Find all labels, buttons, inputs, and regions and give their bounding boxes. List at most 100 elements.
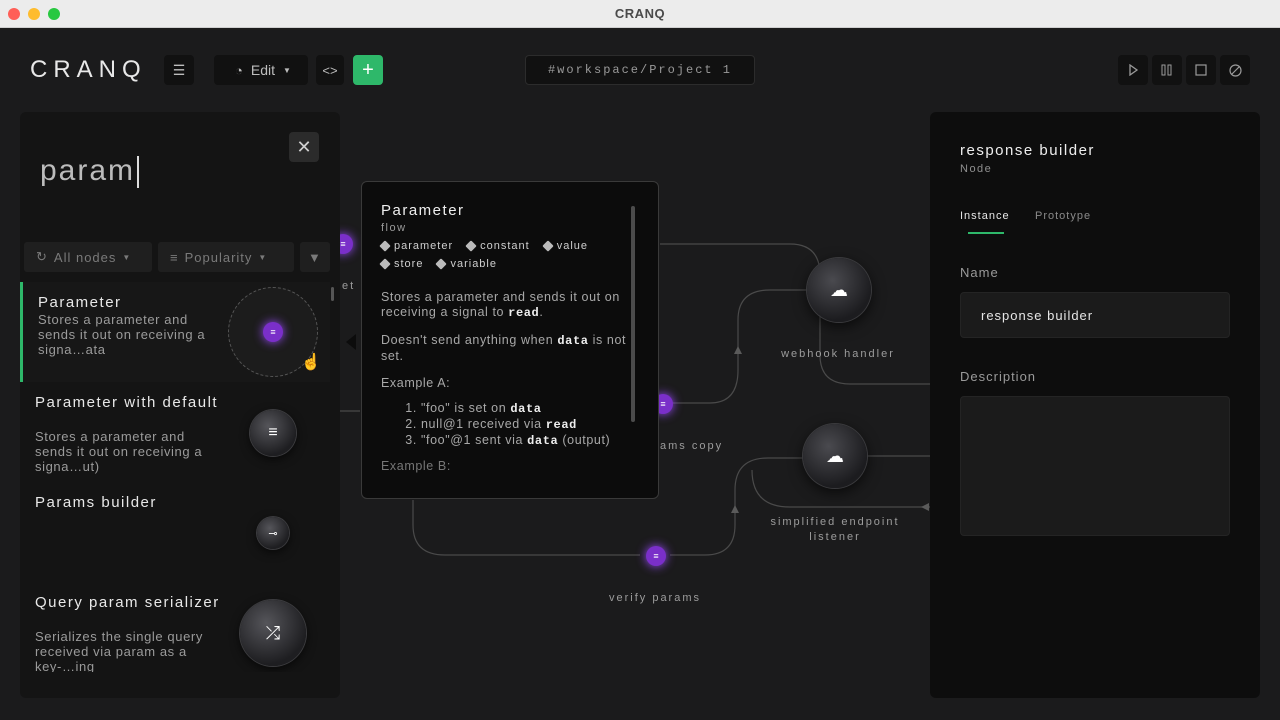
chevron-down-icon: ▼ bbox=[283, 65, 291, 75]
node-type-filter[interactable]: ↻ All nodes ▼ bbox=[24, 242, 152, 272]
example-a-heading: Example A: bbox=[381, 376, 451, 390]
verify-params-label: verify params bbox=[608, 592, 702, 604]
result-title: Params builder bbox=[35, 494, 157, 511]
close-search-button[interactable]: ✕ bbox=[289, 132, 319, 162]
inspector-subtitle: Node bbox=[960, 163, 993, 175]
database-icon: ≡ bbox=[270, 327, 276, 337]
params-copy-label: ams copy bbox=[660, 440, 724, 452]
shuffle-icon: ⤮ bbox=[240, 600, 306, 666]
popover-pointer bbox=[346, 334, 356, 350]
result-title: Parameter with default bbox=[35, 394, 219, 411]
cloud-icon: ☁ bbox=[830, 279, 848, 300]
parameter-icon: ≡ bbox=[263, 322, 283, 342]
search-input[interactable]: param bbox=[40, 154, 140, 189]
add-node-button[interactable]: + bbox=[353, 55, 383, 85]
database-icon: ≡ bbox=[653, 551, 659, 561]
tag-icon bbox=[435, 258, 448, 270]
app-logo: CRANQ bbox=[30, 56, 147, 83]
stop-button[interactable] bbox=[1186, 55, 1216, 85]
webhook-handler-node[interactable]: ☁ bbox=[807, 258, 871, 322]
popover-title: Parameter bbox=[381, 202, 465, 219]
chevron-down-icon: ▼ bbox=[258, 252, 268, 262]
tag-icon bbox=[542, 240, 554, 252]
mode-label: Edit bbox=[250, 62, 276, 78]
description-label: Description bbox=[960, 369, 1037, 384]
search-query: param bbox=[40, 154, 136, 187]
result-item-params-builder[interactable]: Params builder ⊸ bbox=[20, 482, 330, 582]
pause-icon bbox=[1161, 64, 1172, 76]
node-search-panel: param ✕ ↻ All nodes ▼ ≡ Popularity ▼ ▼ P… bbox=[20, 112, 340, 698]
sort-dropdown[interactable]: ≡ Popularity ▼ bbox=[158, 242, 294, 272]
chevron-down-icon: ▼ bbox=[122, 252, 132, 262]
tag[interactable]: parameter bbox=[379, 240, 453, 252]
tag-icon bbox=[379, 240, 391, 252]
filter-button[interactable]: ▼ bbox=[300, 242, 330, 272]
tag-list: parameter constant value store variable bbox=[379, 240, 631, 270]
builder-icon: ⊸ bbox=[257, 517, 289, 549]
node-type-filter-label: All nodes bbox=[53, 249, 117, 265]
results-scrollbar[interactable] bbox=[331, 287, 334, 301]
inspector-title: response builder bbox=[960, 142, 1095, 159]
result-title: Parameter bbox=[38, 294, 122, 311]
popover-category: flow bbox=[381, 222, 407, 234]
code-view-button[interactable]: <> bbox=[316, 55, 344, 85]
result-item-parameter-with-default[interactable]: Parameter with default Stores a paramete… bbox=[20, 382, 330, 482]
verify-params-node[interactable]: ≡ bbox=[646, 546, 666, 566]
edit-mode-icon: ◔ bbox=[235, 62, 243, 78]
inspector-panel: response builder Node Instance Prototype… bbox=[930, 112, 1260, 698]
name-value: response builder bbox=[981, 307, 1094, 323]
run-button[interactable] bbox=[1118, 55, 1148, 85]
tag[interactable]: variable bbox=[435, 258, 497, 270]
tag[interactable]: store bbox=[379, 258, 423, 270]
description-field[interactable] bbox=[960, 396, 1230, 536]
example-b-heading: Example B: bbox=[381, 459, 451, 473]
tab-prototype[interactable]: Prototype bbox=[1035, 210, 1091, 222]
code-icon: <> bbox=[322, 62, 338, 78]
pause-button[interactable] bbox=[1152, 55, 1182, 85]
simplified-endpoint-listener-label: simplified endpoint listener bbox=[770, 516, 900, 543]
tag-icon bbox=[465, 240, 477, 252]
sort-icon: ≡ bbox=[170, 249, 179, 265]
menu-button[interactable]: ☰ bbox=[164, 55, 194, 85]
window-title: CRANQ bbox=[614, 6, 666, 21]
simplified-endpoint-listener-node[interactable]: ☁ bbox=[803, 424, 867, 488]
sort-label: Popularity bbox=[184, 249, 253, 265]
webhook-handler-label: webhook handler bbox=[781, 348, 895, 360]
popover-description: Stores a parameter and sends it out on r… bbox=[381, 290, 631, 486]
tag[interactable]: value bbox=[542, 240, 588, 252]
close-icon: ✕ bbox=[296, 136, 312, 157]
result-description: Stores a parameter and sends it out on r… bbox=[38, 312, 206, 357]
result-title: Query param serializer bbox=[35, 594, 220, 611]
tab-instance[interactable]: Instance bbox=[960, 210, 1010, 222]
active-tab-indicator bbox=[968, 232, 1004, 234]
node-info-popover: Parameter flow parameter constant value … bbox=[361, 181, 659, 499]
refresh-icon: ↻ bbox=[36, 249, 48, 264]
mode-dropdown[interactable]: ◔ Edit ▼ bbox=[214, 55, 308, 85]
param-node-partial-label: et bbox=[342, 280, 356, 292]
name-field[interactable]: response builder bbox=[960, 292, 1230, 338]
result-item-query-param-serializer[interactable]: Query param serializer Serializes the si… bbox=[20, 582, 330, 672]
popover-scrollbar[interactable] bbox=[631, 206, 635, 422]
text-caret bbox=[137, 156, 140, 189]
result-description: Stores a parameter and sends it out on r… bbox=[35, 429, 203, 474]
database-icon: ≡ bbox=[340, 239, 346, 249]
result-description: Serializes the single query received via… bbox=[35, 629, 203, 672]
result-item-parameter[interactable]: Parameter Stores a parameter and sends i… bbox=[20, 282, 330, 382]
workspace-path[interactable]: #workspace/Project 1 bbox=[525, 55, 755, 85]
block-icon bbox=[1228, 63, 1242, 77]
cloud-icon: ☁ bbox=[826, 445, 844, 466]
database-icon: ≡ bbox=[660, 399, 666, 409]
stop-icon bbox=[1195, 64, 1207, 76]
hand-cursor-icon: ☝ bbox=[301, 354, 321, 371]
window-titlebar: CRANQ bbox=[0, 0, 1280, 28]
hamburger-icon: ☰ bbox=[172, 61, 186, 78]
example-a-steps: "foo" is set on data null@1 received via… bbox=[381, 401, 631, 449]
tag-icon bbox=[379, 258, 391, 270]
play-icon bbox=[1129, 64, 1139, 76]
plus-icon: + bbox=[362, 58, 374, 81]
funnel-icon: ▼ bbox=[308, 249, 322, 265]
database-icon: ≡ bbox=[250, 410, 296, 456]
tag[interactable]: constant bbox=[465, 240, 530, 252]
cancel-button[interactable] bbox=[1220, 55, 1250, 85]
name-label: Name bbox=[960, 265, 999, 280]
